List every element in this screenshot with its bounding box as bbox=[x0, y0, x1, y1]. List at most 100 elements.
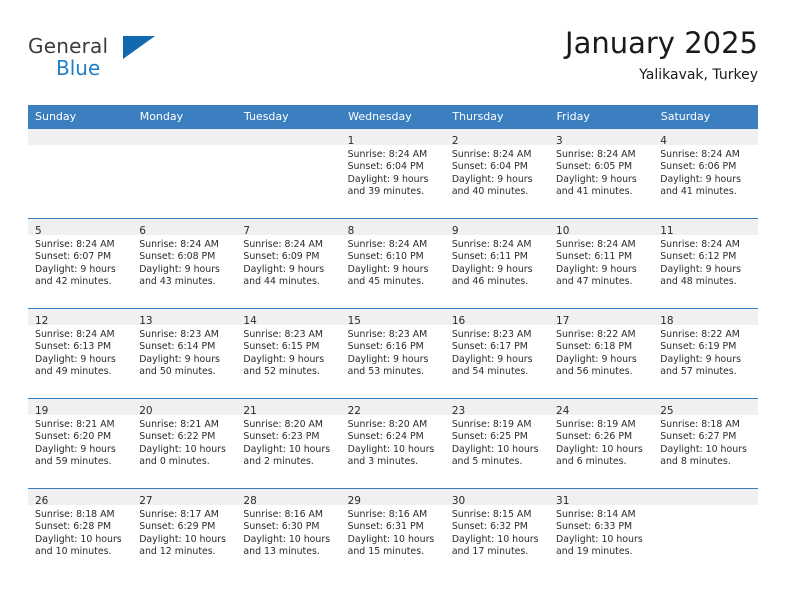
daylight-text: Daylight: 9 hours bbox=[139, 353, 220, 365]
day-number: 15 bbox=[347, 315, 361, 327]
calendar-day-cell[interactable]: 25 Sunrise: 8:18 AM Sunset: 6:27 PM Dayligh… bbox=[653, 398, 758, 489]
day-number: 11 bbox=[660, 225, 674, 237]
day-number: 17 bbox=[556, 315, 570, 327]
general-blue-logo[interactable]: General Blue bbox=[28, 34, 158, 90]
day-number: 22 bbox=[347, 405, 361, 417]
sunrise-text: Sunrise: 8:24 AM bbox=[451, 239, 532, 250]
sunset-text: Sunset: 6:24 PM bbox=[347, 431, 424, 443]
calendar-day-cell[interactable]: 27 Sunrise: 8:17 AM Sunset: 6:29 PM Dayligh… bbox=[132, 488, 237, 578]
daylight-text: Daylight: 9 hours bbox=[660, 263, 741, 275]
day-number-strip: 20 bbox=[132, 399, 237, 417]
week-row: 26 Sunrise: 8:18 AM Sunset: 6:28 PM Dayligh… bbox=[28, 488, 758, 578]
daylight-text: Daylight: 10 hours bbox=[660, 443, 747, 455]
day-detail-block: Sunrise: 8:24 AM Sunset: 6:04 PM Daylight:… bbox=[341, 145, 445, 199]
daylight-text: and 17 minutes. bbox=[451, 546, 529, 558]
daylight-text: and 19 minutes. bbox=[556, 546, 633, 558]
day-number-strip: 30 bbox=[444, 489, 550, 507]
week-row: 1 Sunrise: 8:24 AM Sunset: 6:04 PM Daylight… bbox=[28, 128, 758, 219]
day-detail-block: Sunrise: 8:14 AM Sunset: 6:33 PM Daylight:… bbox=[549, 505, 653, 559]
calendar-day-cell[interactable]: 6 Sunrise: 8:24 AM Sunset: 6:08 PM Daylight… bbox=[132, 218, 237, 309]
sunrise-text: Sunrise: 8:24 AM bbox=[35, 329, 115, 340]
daylight-text: Daylight: 10 hours bbox=[35, 533, 122, 545]
sunset-text: Sunset: 6:05 PM bbox=[556, 161, 633, 173]
day-number-strip: 29 bbox=[340, 489, 445, 507]
day-number: 12 bbox=[35, 315, 49, 327]
calendar-day-cell[interactable]: 24 Sunrise: 8:19 AM Sunset: 6:26 PM Dayligh… bbox=[549, 398, 654, 489]
sunrise-text: Sunrise: 8:24 AM bbox=[347, 239, 428, 250]
day-detail-block: Sunrise: 8:24 AM Sunset: 6:07 PM Daylight:… bbox=[28, 235, 132, 289]
daylight-text: Daylight: 9 hours bbox=[347, 173, 429, 185]
calendar-day-cell[interactable]: 12 Sunrise: 8:24 AM Sunset: 6:13 PM Dayligh… bbox=[28, 308, 133, 399]
title-block: January 2025 Yalikavak, Turkey bbox=[565, 26, 758, 86]
logo-word-general: General bbox=[28, 34, 109, 58]
day-number: 4 bbox=[660, 135, 667, 147]
calendar-day-cell[interactable]: 19 Sunrise: 8:21 AM Sunset: 6:20 PM Dayligh… bbox=[28, 398, 133, 489]
calendar-cell-empty bbox=[28, 128, 133, 219]
sunset-text: Sunset: 6:27 PM bbox=[660, 431, 737, 443]
weekday-header-saturday: Saturday bbox=[653, 105, 759, 129]
day-number-strip: 19 bbox=[28, 399, 133, 417]
calendar-page: General Blue January 2025 Yalikavak, Tur… bbox=[0, 0, 792, 612]
calendar-day-cell[interactable]: 22 Sunrise: 8:20 AM Sunset: 6:24 PM Dayligh… bbox=[340, 398, 445, 489]
day-number-strip: 7 bbox=[236, 219, 341, 237]
daylight-text: and 6 minutes. bbox=[556, 456, 627, 468]
day-detail-block: Sunrise: 8:20 AM Sunset: 6:24 PM Daylight:… bbox=[341, 415, 445, 469]
daylight-text: and 41 minutes. bbox=[660, 186, 737, 198]
sunrise-text: Sunrise: 8:21 AM bbox=[35, 419, 115, 430]
calendar-day-cell[interactable]: 13 Sunrise: 8:23 AM Sunset: 6:14 PM Dayligh… bbox=[132, 308, 237, 399]
calendar-day-cell[interactable]: 16 Sunrise: 8:23 AM Sunset: 6:17 PM Dayligh… bbox=[444, 308, 550, 399]
day-detail-block bbox=[132, 145, 236, 149]
calendar-day-cell[interactable]: 20 Sunrise: 8:21 AM Sunset: 6:22 PM Dayligh… bbox=[132, 398, 237, 489]
calendar-day-cell[interactable]: 18 Sunrise: 8:22 AM Sunset: 6:19 PM Dayligh… bbox=[653, 308, 758, 399]
calendar-day-cell[interactable]: 5 Sunrise: 8:24 AM Sunset: 6:07 PM Daylight… bbox=[28, 218, 133, 309]
page-subtitle: Yalikavak, Turkey bbox=[639, 67, 758, 83]
day-detail-block: Sunrise: 8:18 AM Sunset: 6:28 PM Daylight:… bbox=[28, 505, 132, 559]
calendar-day-cell[interactable]: 28 Sunrise: 8:16 AM Sunset: 6:30 PM Dayligh… bbox=[236, 488, 341, 578]
calendar-day-cell[interactable]: 26 Sunrise: 8:18 AM Sunset: 6:28 PM Dayligh… bbox=[28, 488, 133, 578]
day-detail-block bbox=[653, 505, 757, 509]
daylight-text: and 50 minutes. bbox=[139, 366, 216, 378]
calendar-day-cell[interactable]: 9 Sunrise: 8:24 AM Sunset: 6:11 PM Daylight… bbox=[444, 218, 550, 309]
day-number-strip: 14 bbox=[236, 309, 341, 327]
daylight-text: Daylight: 9 hours bbox=[243, 353, 325, 365]
calendar-day-cell[interactable]: 8 Sunrise: 8:24 AM Sunset: 6:10 PM Daylight… bbox=[340, 218, 445, 309]
sunset-text: Sunset: 6:09 PM bbox=[243, 251, 320, 263]
day-detail-block: Sunrise: 8:16 AM Sunset: 6:30 PM Daylight:… bbox=[236, 505, 340, 559]
sunset-text: Sunset: 6:32 PM bbox=[451, 521, 528, 533]
day-number-strip: 24 bbox=[549, 399, 654, 417]
daylight-text: Daylight: 10 hours bbox=[139, 443, 226, 455]
weekday-header-row: Sunday Monday Tuesday Wednesday Thursday Frid… bbox=[28, 105, 759, 129]
sunset-text: Sunset: 6:04 PM bbox=[347, 161, 424, 173]
sunset-text: Sunset: 6:12 PM bbox=[660, 251, 737, 263]
sunset-text: Sunset: 6:08 PM bbox=[139, 251, 216, 263]
calendar-day-cell[interactable]: 23 Sunrise: 8:19 AM Sunset: 6:25 PM Dayligh… bbox=[444, 398, 550, 489]
sunrise-text: Sunrise: 8:24 AM bbox=[660, 239, 740, 250]
daylight-text: and 49 minutes. bbox=[35, 366, 112, 378]
daylight-text: and 3 minutes. bbox=[347, 456, 419, 468]
calendar-day-cell[interactable]: 1 Sunrise: 8:24 AM Sunset: 6:04 PM Daylight… bbox=[340, 128, 445, 219]
calendar-day-cell[interactable]: 14 Sunrise: 8:23 AM Sunset: 6:15 PM Dayligh… bbox=[236, 308, 341, 399]
daylight-text: and 48 minutes. bbox=[660, 276, 737, 288]
daylight-text: Daylight: 10 hours bbox=[556, 443, 643, 455]
calendar-day-cell[interactable]: 21 Sunrise: 8:20 AM Sunset: 6:23 PM Dayligh… bbox=[236, 398, 341, 489]
calendar-day-cell[interactable]: 7 Sunrise: 8:24 AM Sunset: 6:09 PM Daylight… bbox=[236, 218, 341, 309]
calendar-day-cell[interactable]: 2 Sunrise: 8:24 AM Sunset: 6:04 PM Daylight… bbox=[444, 128, 550, 219]
sunset-text: Sunset: 6:19 PM bbox=[660, 341, 737, 353]
sunrise-text: Sunrise: 8:24 AM bbox=[556, 239, 636, 250]
calendar-day-cell[interactable]: 31 Sunrise: 8:14 AM Sunset: 6:33 PM Dayligh… bbox=[549, 488, 654, 578]
daylight-text: and 41 minutes. bbox=[556, 186, 633, 198]
calendar-day-cell[interactable]: 29 Sunrise: 8:16 AM Sunset: 6:31 PM Dayligh… bbox=[340, 488, 445, 578]
calendar-day-cell[interactable]: 3 Sunrise: 8:24 AM Sunset: 6:05 PM Daylight… bbox=[549, 128, 654, 219]
calendar-day-cell[interactable]: 15 Sunrise: 8:23 AM Sunset: 6:16 PM Dayligh… bbox=[340, 308, 445, 399]
calendar-day-cell[interactable]: 30 Sunrise: 8:15 AM Sunset: 6:32 PM Dayligh… bbox=[444, 488, 550, 578]
calendar-day-cell[interactable]: 4 Sunrise: 8:24 AM Sunset: 6:06 PM Daylight… bbox=[653, 128, 758, 219]
calendar-day-cell[interactable]: 17 Sunrise: 8:22 AM Sunset: 6:18 PM Dayligh… bbox=[549, 308, 654, 399]
weekday-header-thursday: Thursday bbox=[444, 105, 550, 129]
day-number-strip: 12 bbox=[28, 309, 133, 327]
calendar-day-cell[interactable]: 10 Sunrise: 8:24 AM Sunset: 6:11 PM Dayligh… bbox=[549, 218, 654, 309]
day-detail-block: Sunrise: 8:24 AM Sunset: 6:11 PM Daylight:… bbox=[549, 235, 653, 289]
day-number-strip: 11 bbox=[653, 219, 758, 237]
day-number-strip: 25 bbox=[653, 399, 758, 417]
calendar-day-cell[interactable]: 11 Sunrise: 8:24 AM Sunset: 6:12 PM Dayligh… bbox=[653, 218, 758, 309]
daylight-text: Daylight: 9 hours bbox=[347, 263, 429, 275]
